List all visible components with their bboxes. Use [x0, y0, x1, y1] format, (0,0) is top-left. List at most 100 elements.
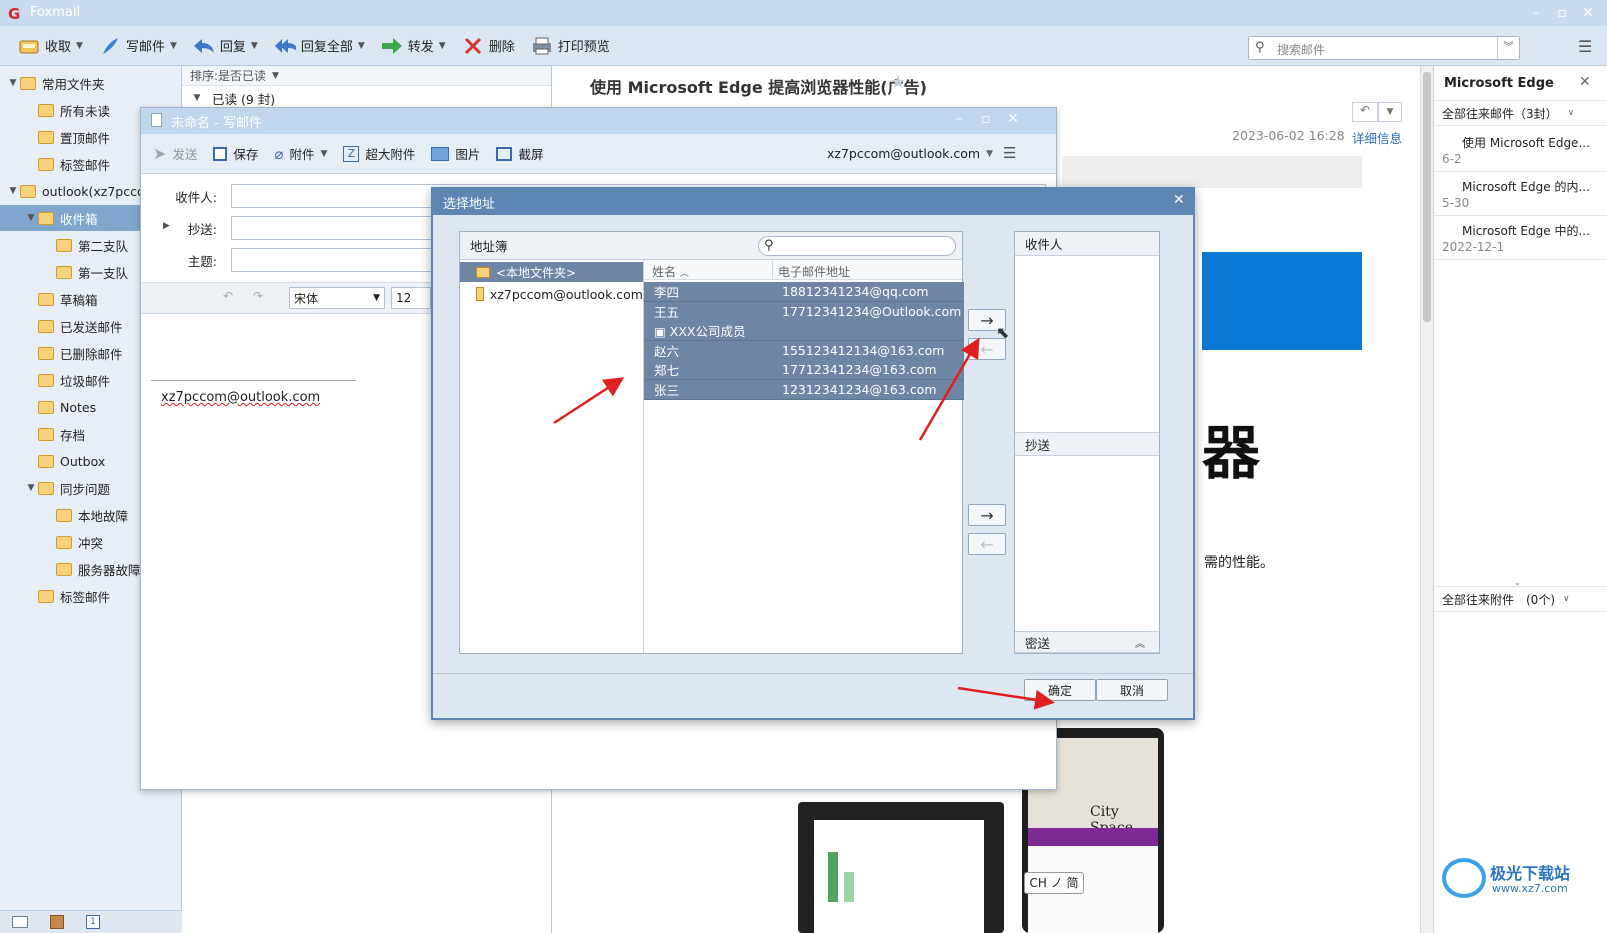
attachment-button[interactable]: ⌀ 附件 ▼ [266, 134, 335, 174]
contact-email: 17712341234@Outlook.com [782, 303, 962, 319]
big-attachment-button[interactable]: Z 超大附件 [335, 134, 423, 174]
maximize-icon[interactable]: ▫ [1552, 4, 1572, 22]
more-dropdown-icon[interactable]: ▼ [1378, 102, 1402, 122]
folder-label: 已发送邮件 [60, 319, 123, 335]
folder-icon [38, 454, 54, 468]
close-pane-icon[interactable]: ✕ [1579, 74, 1591, 90]
screenshot-button[interactable]: 截屏 [488, 134, 551, 174]
column-email[interactable]: 电子邮件地址 [778, 263, 850, 280]
printer-icon [531, 35, 553, 57]
folder-label: 草稿箱 [60, 292, 98, 308]
minimize-icon[interactable]: – [1526, 4, 1546, 22]
folder-label: 常用文件夹 [42, 76, 105, 92]
print-preview-button[interactable]: 打印预览 [523, 26, 618, 66]
close-icon[interactable]: ✕ [1007, 111, 1019, 127]
mail-view-icon[interactable] [12, 916, 28, 928]
contact-search-input[interactable]: ⚲ [758, 236, 956, 256]
contact-row[interactable]: 郑七 17712341234@163.com [644, 360, 964, 380]
minimize-icon[interactable]: – [956, 111, 963, 127]
folder-icon [38, 346, 54, 360]
related-mail-item[interactable]: 使用 Microsoft Edge... 6-2 [1434, 128, 1607, 172]
contact-name: XXX公司成员 [669, 324, 746, 339]
star-icon[interactable]: ★ [890, 72, 906, 93]
folder-icon [20, 184, 36, 198]
contact-row[interactable]: ▣ XXX公司成员 [644, 321, 964, 341]
menu-icon[interactable]: ☰ [1578, 37, 1592, 56]
chevron-down-icon: ▼ [272, 70, 279, 81]
local-folder-item[interactable]: <本地文件夹> [460, 262, 643, 282]
search-dropdown-icon[interactable]: ︾ [1497, 37, 1519, 59]
image-button[interactable]: 图片 [423, 134, 488, 174]
search-mail-input[interactable]: ⚲ 搜索邮件 ︾ [1248, 36, 1520, 60]
reply-button[interactable]: 回复 ▼ [185, 26, 266, 66]
ime-indicator[interactable]: CH ノ 简 [1024, 872, 1084, 894]
write-mail-button[interactable]: 写邮件 ▼ [91, 26, 185, 66]
calendar-icon[interactable]: 1 [86, 915, 100, 929]
contact-email: 18812341234@qq.com [782, 284, 929, 299]
folder-icon [56, 535, 72, 549]
folder-icon [56, 508, 72, 522]
reply-small-icon[interactable]: ↶ [1352, 102, 1378, 122]
related-mail-item[interactable]: Microsoft Edge 的内... 5-30 [1434, 172, 1607, 216]
contact-row[interactable]: 王五 17712341234@Outlook.com [644, 301, 964, 322]
folder-icon [20, 76, 36, 90]
document-icon [151, 113, 162, 127]
group-icon: ▣ [654, 324, 670, 339]
save-button[interactable]: 保存 [205, 134, 266, 174]
expand-icon[interactable]: ▶ [163, 221, 170, 231]
maximize-icon[interactable]: ▫ [981, 111, 991, 127]
reply-all-button[interactable]: 回复全部 ▼ [266, 26, 373, 66]
menu-icon[interactable]: ☰ [1003, 144, 1016, 162]
collapse-icon[interactable]: ▼ [6, 186, 20, 196]
contact-row[interactable]: 赵六 155123412134@163.com [644, 340, 964, 361]
forward-button[interactable]: 转发 ▼ [373, 26, 454, 66]
collapse-icon[interactable]: ▼ [24, 483, 38, 493]
close-icon[interactable]: ✕ [1173, 192, 1185, 208]
banner-strip [1062, 156, 1362, 188]
redo-icon[interactable]: ↷ [253, 289, 263, 303]
bcc-header[interactable]: 密送 ︽ [1015, 631, 1159, 653]
folder-item[interactable]: ▼ 常用文件夹 [0, 70, 182, 96]
ok-button[interactable]: 确定 [1024, 679, 1096, 701]
undo-icon[interactable]: ↶ [223, 289, 233, 303]
sort-bar[interactable]: 排序:是否已读 ▼ [182, 66, 551, 86]
watermark-swirl-icon [1442, 858, 1486, 898]
column-name[interactable]: 姓名 ︿ [652, 263, 689, 280]
font-size-select[interactable]: 12 [391, 287, 431, 309]
folder-icon [38, 589, 54, 603]
to-list[interactable] [1015, 256, 1159, 432]
collapse-icon[interactable]: ▼ [6, 78, 20, 88]
cancel-button[interactable]: 取消 [1096, 679, 1168, 701]
recipients-panel: 收件人 抄送 密送 ︽ [1014, 231, 1160, 654]
close-icon[interactable]: ✕ [1578, 4, 1598, 22]
remove-from-cc-button[interactable]: ← [968, 533, 1006, 555]
signature-text[interactable]: xz7pccom@outlook.com [161, 390, 320, 405]
related-mail-item[interactable]: Microsoft Edge 中的... 2022-12-1 [1434, 216, 1607, 260]
from-account-select[interactable]: xz7pccom@outlook.com ▼ [827, 146, 993, 161]
account-item[interactable]: xz7pccom@outlook.com [460, 284, 643, 304]
chevron-down-icon: ∨ [1563, 594, 1570, 604]
all-attachments-dropdown[interactable]: 全部往来附件 (0个) ∨ [1434, 586, 1607, 612]
contacts-icon[interactable] [50, 915, 64, 929]
receive-button[interactable]: 收取 ▼ [10, 26, 91, 66]
folder-label: 置顶邮件 [60, 130, 111, 146]
collapse-icon[interactable]: ▼ [24, 213, 38, 223]
contact-name: 王五 [654, 304, 680, 320]
cc-list[interactable] [1015, 456, 1159, 631]
group-header[interactable]: ▼ 已读 (9 封) [190, 88, 276, 108]
scrollbar-thumb[interactable] [1423, 72, 1431, 322]
all-mail-dropdown[interactable]: 全部往来邮件（3封） ∨ [1434, 100, 1607, 126]
reading-scrollbar[interactable] [1420, 66, 1433, 933]
contact-row[interactable]: 李四 18812341234@qq.com [644, 282, 964, 302]
send-button[interactable]: ➤ 发送 [145, 134, 205, 174]
crop-icon [496, 146, 513, 161]
folder-label: 本地故障 [78, 508, 129, 524]
font-select[interactable]: 宋体 ▼ [289, 287, 385, 309]
contact-row[interactable]: 张三 12312341234@163.com [644, 379, 964, 400]
details-link[interactable]: 详细信息 [1352, 128, 1402, 147]
folder-label: 所有未读 [60, 103, 111, 119]
folder-label: Notes [60, 399, 97, 415]
delete-button[interactable]: 删除 [454, 26, 523, 66]
add-to-cc-button[interactable]: → [968, 504, 1006, 526]
source-tree: <本地文件夹> xz7pccom@outlook.com [460, 260, 644, 653]
